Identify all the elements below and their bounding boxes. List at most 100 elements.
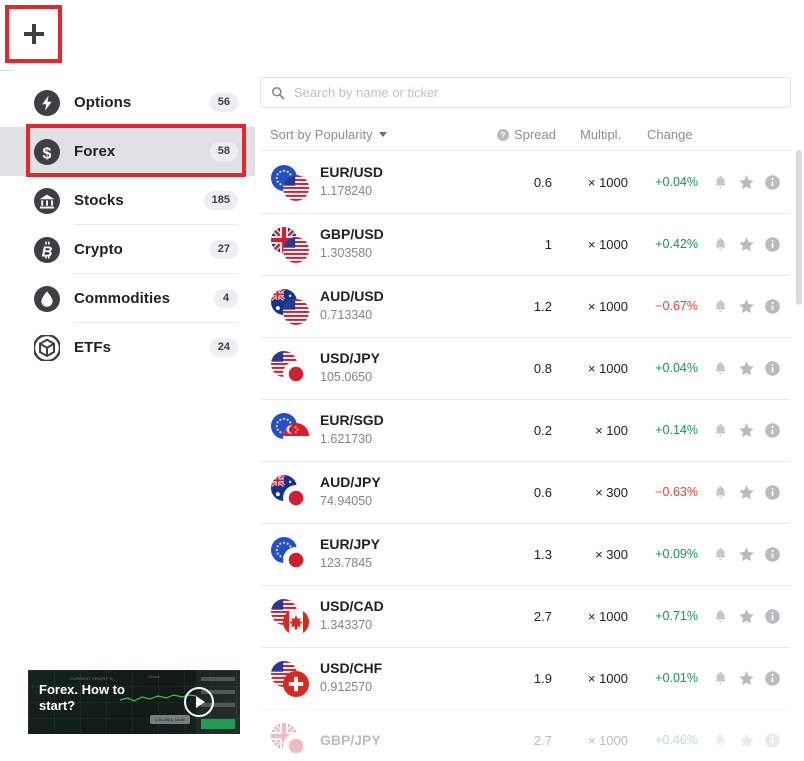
bell-icon[interactable] [712,732,729,749]
table-row[interactable]: USD/CHF 0.912570 1.9 × 1000 +0.01% [260,647,791,709]
info-circle-icon[interactable] [764,484,781,501]
cell-multiplier: × 300 [595,546,628,562]
cell-spread: 1.9 [533,670,552,686]
flag-us-icon [283,175,309,201]
svg-text:$: $ [43,145,52,162]
star-icon[interactable] [738,360,755,377]
cell-multiplier: × 1000 [587,670,628,686]
sidebar: Options 56 $ Forex 58 Stocks 185 B Crypt… [0,0,255,761]
cell-spread: 1.3 [533,546,552,562]
table-row[interactable]: AUD/JPY 74.94050 0.6 × 300 −0.63% [260,461,791,523]
sidebar-item-commodities[interactable]: Commodities 4 [0,274,255,323]
table-row[interactable]: USD/CAD 1.343370 2.7 × 1000 +0.71% [260,585,791,647]
row-actions [712,670,786,687]
flag-sg-icon [283,423,309,449]
sidebar-item-forex[interactable]: $ Forex 58 [0,127,255,176]
star-icon[interactable] [738,174,755,191]
sort-by-label: Sort by Popularity [270,127,373,142]
flag-us-icon [283,299,309,325]
star-icon[interactable] [738,484,755,501]
sidebar-item-options[interactable]: Options 56 [0,78,255,127]
help-circle-icon[interactable]: ? [497,128,509,141]
star-icon[interactable] [738,422,755,439]
sidebar-item-etfs[interactable]: ETFs 24 [0,323,255,372]
list-scrollbar[interactable] [796,150,802,761]
star-icon[interactable] [738,236,755,253]
pair-flags [271,475,311,511]
star-icon[interactable] [738,298,755,315]
search-box[interactable] [260,77,791,108]
lightning-bolt-icon [34,89,60,116]
cell-multiplier: × 1000 [587,298,628,314]
cell-change: +0.01% [655,671,698,685]
row-actions [712,546,786,563]
info-circle-icon[interactable] [764,670,781,687]
table-row[interactable]: AUD/USD 0.713340 1.2 × 1000 −0.67% [260,275,791,337]
table-row[interactable]: USD/JPY 105.0650 0.8 × 1000 +0.04% [260,337,791,399]
info-circle-icon[interactable] [764,546,781,563]
table-row[interactable]: EUR/USD 1.178240 0.6 × 1000 +0.04% [260,151,791,213]
table-row[interactable]: GBP/JPY 2.7 × 1000 +0.46% [260,709,791,761]
pair-flags [271,227,311,263]
star-icon[interactable] [738,732,755,749]
cell-spread: 1.2 [533,298,552,314]
search-input[interactable] [294,85,780,100]
star-icon[interactable] [738,546,755,563]
pair-flags [271,661,311,697]
info-circle-icon[interactable] [764,360,781,377]
bank-icon [34,187,60,214]
sidebar-item-crypto[interactable]: B Crypto 27 [0,225,255,274]
cell-change: +0.14% [655,423,698,437]
search-bar [260,77,791,108]
info-circle-icon[interactable] [764,174,781,191]
search-icon [272,86,285,99]
star-icon[interactable] [738,670,755,687]
pair-flags [271,723,311,759]
table-row[interactable]: GBP/USD 1.303580 1 × 1000 +0.42% [260,213,791,275]
info-circle-icon[interactable] [764,608,781,625]
bell-icon[interactable] [712,546,729,563]
cell-multiplier: × 1000 [587,608,628,624]
sidebar-item-badge: 185 [203,191,238,210]
cell-change: −0.67% [655,299,698,313]
sidebar-item-label: Commodities [74,290,171,307]
pair-flags [271,599,311,635]
bell-icon[interactable] [712,670,729,687]
bell-icon[interactable] [712,298,729,315]
svg-text:?: ? [500,130,505,140]
cell-spread: 2.7 [533,608,552,624]
table-row[interactable]: EUR/SGD 1.621730 0.2 × 100 +0.14% [260,399,791,461]
bell-icon[interactable] [712,236,729,253]
svg-text:B: B [42,243,53,260]
sidebar-item-stocks[interactable]: Stocks 185 [0,176,255,225]
add-instrument-button[interactable] [13,13,55,55]
bell-icon[interactable] [712,422,729,439]
chevron-down-icon [378,132,387,137]
info-circle-icon[interactable] [764,236,781,253]
cell-change: +0.46% [655,733,698,747]
scrollbar-thumb[interactable] [796,150,802,305]
bell-icon[interactable] [712,174,729,191]
instrument-rows: EUR/USD 1.178240 0.6 × 1000 +0.04% GBP/USD 1.3… [260,151,791,761]
bell-icon[interactable] [712,608,729,625]
info-circle-icon[interactable] [764,422,781,439]
info-circle-icon[interactable] [764,298,781,315]
promo-chart-label-1: CURRENT PROFIT % [70,676,114,681]
cell-change: +0.42% [655,237,698,251]
bell-icon[interactable] [712,360,729,377]
table-row[interactable]: EUR/JPY 123.7845 1.3 × 300 +0.09% [260,523,791,585]
cell-spread: 0.8 [533,360,552,376]
star-icon[interactable] [738,608,755,625]
play-icon[interactable] [184,687,214,717]
sidebar-item-badge: 58 [209,142,238,161]
promo-chart-pill: 1.02.2021, 14:30 [149,715,190,724]
promo-video-card[interactable]: CURRENT PROFIT % Close 1.02.2021, 14:30 … [28,670,240,734]
bell-icon[interactable] [712,484,729,501]
sort-by-dropdown[interactable]: Sort by Popularity [270,127,387,142]
row-actions [712,298,786,315]
cell-spread: 0.6 [533,484,552,500]
flag-ch-icon [283,671,309,697]
info-circle-icon[interactable] [764,732,781,749]
sidebar-item-badge: 56 [209,93,238,112]
cell-multiplier: × 300 [595,484,628,500]
